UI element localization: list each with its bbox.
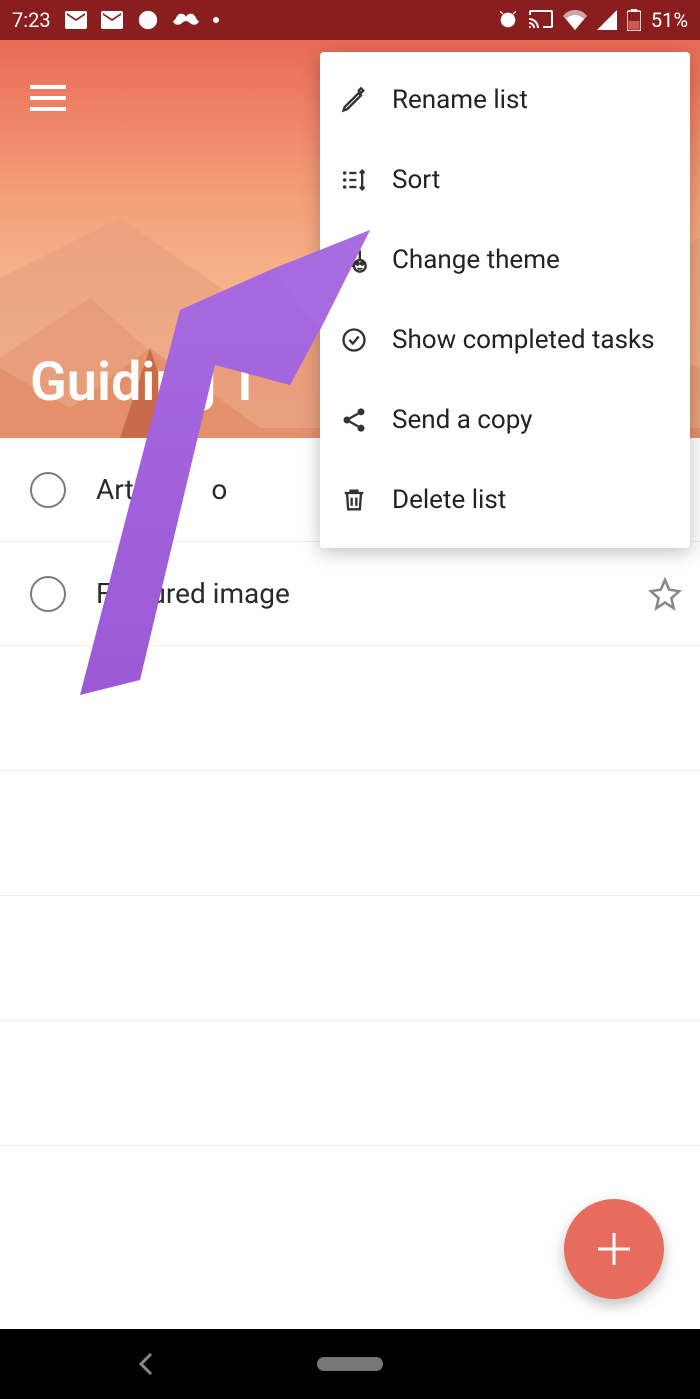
wifi-icon (563, 10, 587, 30)
trash-icon (340, 486, 368, 514)
download-icon (137, 9, 159, 31)
menu-label: Rename list (392, 85, 528, 115)
menu-item-sort[interactable]: Sort (320, 140, 690, 220)
task-list: Articlexxio Featured image (0, 438, 700, 1271)
check-circle-icon (340, 326, 368, 354)
empty-row (0, 896, 700, 1021)
menu-item-delete[interactable]: Delete list (320, 460, 690, 540)
empty-row (0, 1021, 700, 1146)
overflow-dot (213, 17, 219, 23)
empty-row (0, 771, 700, 896)
menu-label: Send a copy (392, 405, 533, 435)
cast-icon (529, 10, 553, 30)
status-bar: 7:23 51% (0, 0, 700, 40)
menu-item-theme[interactable]: Change theme (320, 220, 690, 300)
signal-icon (597, 10, 617, 30)
theme-icon (340, 246, 368, 274)
menu-label: Delete list (392, 485, 506, 515)
overflow-menu: Rename list Sort Change theme Show compl… (320, 52, 690, 548)
empty-row (0, 646, 700, 771)
home-pill[interactable] (317, 1357, 383, 1371)
menu-label: Show completed tasks (392, 325, 655, 355)
task-row[interactable]: Featured image (0, 542, 700, 646)
mail-icon (101, 11, 123, 29)
mustache-icon (173, 13, 199, 27)
hamburger-menu-button[interactable] (30, 85, 66, 115)
list-title: Guiding T (30, 351, 262, 414)
mail-icon (65, 11, 87, 29)
add-task-fab[interactable] (564, 1199, 664, 1299)
plus-icon (592, 1227, 636, 1271)
menu-label: Change theme (392, 245, 560, 275)
hamburger-icon (30, 85, 66, 111)
battery-percent: 51% (651, 8, 688, 32)
pencil-icon (340, 86, 368, 114)
menu-item-rename[interactable]: Rename list (320, 60, 690, 140)
task-checkbox[interactable] (30, 472, 66, 508)
menu-item-completed[interactable]: Show completed tasks (320, 300, 690, 380)
task-label: Featured image (96, 577, 648, 610)
android-nav-bar (0, 1329, 700, 1399)
status-time: 7:23 (12, 8, 51, 32)
sort-icon (340, 166, 368, 194)
star-icon[interactable] (648, 577, 682, 611)
share-icon (340, 406, 368, 434)
menu-label: Sort (392, 165, 440, 195)
task-checkbox[interactable] (30, 576, 66, 612)
back-icon[interactable] (137, 1350, 157, 1378)
menu-item-send-copy[interactable]: Send a copy (320, 380, 690, 460)
battery-icon (627, 9, 641, 31)
alarm-icon (497, 9, 519, 31)
